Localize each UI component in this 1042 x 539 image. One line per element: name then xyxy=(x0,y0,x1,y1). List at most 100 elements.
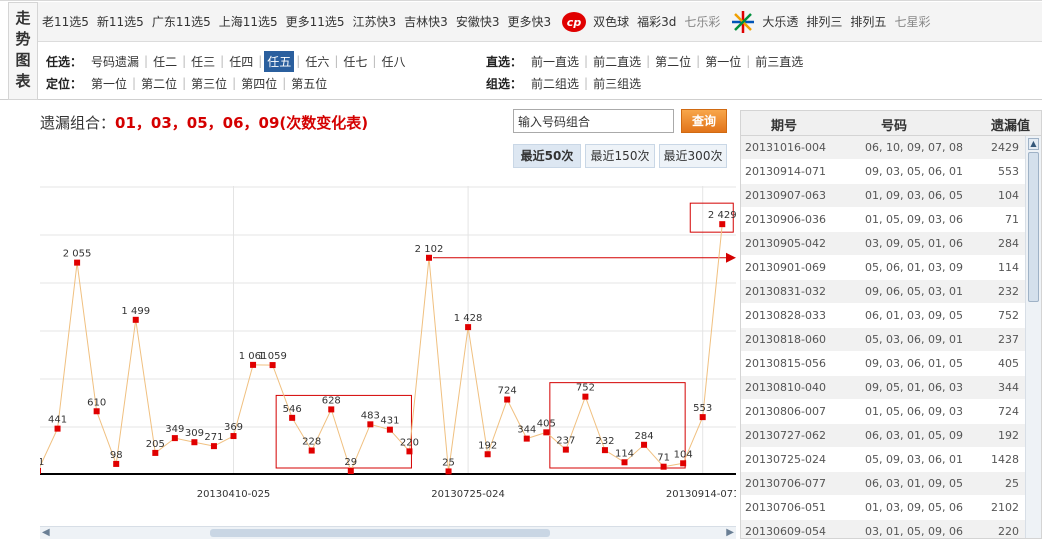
tab-recent-50[interactable]: 最近50次 xyxy=(513,144,581,168)
table-row[interactable]: 20130901-069 05, 06, 01, 03, 09 114 xyxy=(741,256,1025,280)
numbers-cell: 01, 05, 09, 03, 06 xyxy=(865,213,963,226)
nav-item[interactable]: 七星彩 xyxy=(890,13,934,30)
issue-cell: 20130901-069 xyxy=(745,261,826,274)
zhixuan-option[interactable]: 前一直选 xyxy=(528,53,582,70)
renxuan-option[interactable]: 号码遗漏 xyxy=(88,53,142,70)
table-row[interactable]: 20130907-063 01, 09, 03, 06, 05 104 xyxy=(741,184,1025,208)
zhixuan-option[interactable]: 第一位 xyxy=(702,53,744,70)
data-point xyxy=(308,447,315,454)
data-point xyxy=(191,439,198,446)
nav-item[interactable]: 更多快3 xyxy=(503,13,555,30)
nav-item[interactable]: 双色球 xyxy=(589,13,633,30)
scroll-left-icon[interactable]: ◀ xyxy=(42,527,50,538)
omission-cell: 237 xyxy=(998,333,1019,346)
issue-cell: 20130815-056 xyxy=(745,357,826,370)
scroll-right-icon[interactable]: ▶ xyxy=(726,527,734,538)
omission-cell: 2429 xyxy=(991,141,1019,154)
table-row[interactable]: 20130905-042 03, 09, 05, 01, 06 284 xyxy=(741,232,1025,256)
history-table: 期号 号码 遗漏值 20131016-004 06, 10, 09, 07, 08… xyxy=(740,110,1042,539)
page-title-prefix: 遗漏组合： xyxy=(40,114,116,132)
table-row[interactable]: 20130725-024 05, 09, 03, 06, 01 1428 xyxy=(741,448,1025,472)
fucai-logo-icon[interactable]: cp xyxy=(561,11,587,33)
dingwei-option[interactable]: 第五位 xyxy=(288,75,330,92)
nav-item[interactable]: 大乐透 xyxy=(758,13,802,30)
zhixuan-option[interactable]: 前二直选 xyxy=(590,53,644,70)
nav-item[interactable]: 排列三 xyxy=(802,13,846,30)
data-point xyxy=(484,451,491,458)
nav-item[interactable]: 江苏快3 xyxy=(349,13,401,30)
table-row[interactable]: 20131016-004 06, 10, 09, 07, 08 2429 xyxy=(741,136,1025,160)
col-header-issue: 期号 xyxy=(771,119,798,134)
table-row[interactable]: 20130906-036 01, 05, 09, 03, 06 71 xyxy=(741,208,1025,232)
data-point xyxy=(699,414,706,421)
dingwei-option[interactable]: 第二位 xyxy=(138,75,180,92)
nav-item[interactable]: 新11选5 xyxy=(93,13,148,30)
tab-recent-300[interactable]: 最近300次 xyxy=(659,144,727,168)
tab-recent-150[interactable]: 最近150次 xyxy=(585,144,655,168)
table-row[interactable]: 20130818-060 05, 03, 06, 09, 01 237 xyxy=(741,328,1025,352)
issue-cell: 20130810-040 xyxy=(745,381,826,394)
page-title-combo: 01，03，05，06，09(次数变化表) xyxy=(115,114,369,132)
data-point xyxy=(445,468,452,475)
data-label: 628 xyxy=(322,395,341,406)
divider: | xyxy=(334,54,339,68)
table-row[interactable]: 20130914-071 09, 03, 05, 06, 01 553 xyxy=(741,160,1025,184)
scroll-thumb[interactable] xyxy=(1028,152,1039,302)
numbers-cell: 06, 03, 01, 09, 05 xyxy=(865,477,963,490)
renxuan-option[interactable]: 任四 xyxy=(226,53,256,70)
data-point xyxy=(543,429,550,436)
omission-cell: 1428 xyxy=(991,453,1019,466)
dingwei-option[interactable]: 第三位 xyxy=(188,75,230,92)
scroll-thumb[interactable] xyxy=(210,529,550,537)
nav-item[interactable]: 广东11选5 xyxy=(148,13,215,30)
scroll-up-icon[interactable]: ▲ xyxy=(1028,138,1039,150)
renxuan-option[interactable]: 任六 xyxy=(302,53,332,70)
chart-scrollbar[interactable]: ◀ ▶ xyxy=(40,526,736,539)
zuxuan-option[interactable]: 前三组选 xyxy=(590,75,644,92)
dingwei-option[interactable]: 第一位 xyxy=(88,75,130,92)
data-label: 431 xyxy=(380,416,399,427)
nav-item[interactable]: 排列五 xyxy=(846,13,890,30)
ticai-logo-icon[interactable] xyxy=(730,9,756,35)
renxuan-option[interactable]: 任三 xyxy=(188,53,218,70)
divider: | xyxy=(696,54,701,68)
table-row[interactable]: 20130828-033 06, 01, 03, 09, 05 752 xyxy=(741,304,1025,328)
data-label: 98 xyxy=(110,450,123,461)
data-label: 752 xyxy=(576,383,595,394)
renxuan-option[interactable]: 任七 xyxy=(340,53,370,70)
table-row[interactable]: 20130706-051 01, 03, 09, 05, 06 2102 xyxy=(741,496,1025,520)
zhixuan-row: 直选： 前一直选 | 前二直选 | 第二位 | 第一位 | 前三直选 xyxy=(486,50,806,72)
zhixuan-option[interactable]: 第二位 xyxy=(652,53,694,70)
zuxuan-option[interactable]: 前二组选 xyxy=(528,75,582,92)
nav-item[interactable]: 老11选5 xyxy=(38,13,93,30)
renxuan-option-active[interactable]: 任五 xyxy=(264,50,295,72)
renxuan-option[interactable]: 任二 xyxy=(150,53,180,70)
table-row[interactable]: 20130831-032 09, 06, 05, 03, 01 232 xyxy=(741,280,1025,304)
issue-cell: 20130914-071 xyxy=(745,165,826,178)
data-label: 29 xyxy=(344,457,357,468)
table-row[interactable]: 20130727-062 06, 03, 01, 05, 09 192 xyxy=(741,424,1025,448)
table-row[interactable]: 20130806-007 01, 05, 06, 09, 03 724 xyxy=(741,400,1025,424)
nav-item[interactable]: 安徽快3 xyxy=(452,13,504,30)
table-row[interactable]: 20130609-054 03, 01, 05, 09, 06 220 xyxy=(741,520,1025,538)
data-label: 114 xyxy=(615,448,634,459)
table-scrollbar[interactable]: ▲ xyxy=(1025,136,1041,538)
table-row[interactable]: 20130810-040 09, 05, 01, 06, 03 344 xyxy=(741,376,1025,400)
omission-cell: 284 xyxy=(998,237,1019,250)
nav-item[interactable]: 更多11选5 xyxy=(282,13,349,30)
nav-item[interactable]: 福彩3d xyxy=(633,13,680,30)
table-row[interactable]: 20130706-077 06, 03, 01, 09, 05 25 xyxy=(741,472,1025,496)
table-row[interactable]: 20130815-056 09, 03, 06, 01, 05 405 xyxy=(741,352,1025,376)
arrow-head xyxy=(726,252,736,263)
query-button[interactable]: 查询 xyxy=(681,109,727,133)
nav-item[interactable]: 上海11选5 xyxy=(215,13,282,30)
dingwei-option[interactable]: 第四位 xyxy=(238,75,280,92)
numbers-cell: 06, 10, 09, 07, 08 xyxy=(865,141,963,154)
renxuan-option[interactable]: 任八 xyxy=(378,53,408,70)
data-point xyxy=(426,254,432,261)
zuxuan-label: 组选： xyxy=(486,76,523,91)
zhixuan-option[interactable]: 前三直选 xyxy=(752,53,806,70)
nav-item[interactable]: 吉林快3 xyxy=(400,13,452,30)
nav-item[interactable]: 七乐彩 xyxy=(680,13,724,30)
combo-search-input[interactable] xyxy=(513,109,674,133)
